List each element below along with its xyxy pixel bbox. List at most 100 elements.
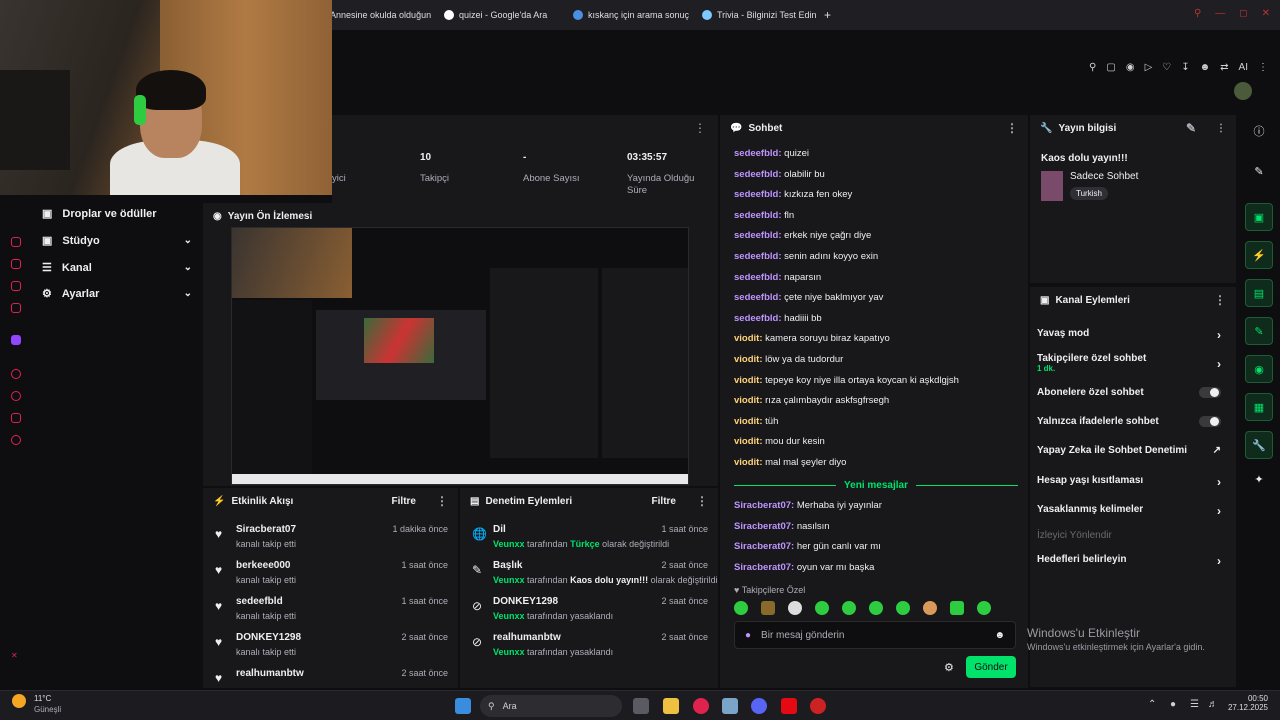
close-icon[interactable]: ✕ [1262,8,1270,19]
action-ai-moderation[interactable]: Yapay Zeka ile Sohbet Denetimi ↗ [1037,445,1227,456]
shield-icon[interactable]: ◉ [1126,62,1135,73]
start-icon[interactable] [455,698,471,714]
bookmark-icon[interactable]: ▢ [1106,62,1115,73]
info-icon[interactable]: ⓘ [1245,117,1273,145]
mic-icon[interactable]: ● [745,630,751,641]
calendar-icon[interactable]: ▦ [1245,393,1273,421]
chat-username[interactable]: sedeefbld: [734,210,782,221]
bolt-icon[interactable]: ⚡ [1245,241,1273,269]
app-icon[interactable] [810,698,826,714]
emote-icon[interactable] [842,601,856,615]
kebab-icon[interactable]: ⋮ [436,494,448,508]
nav-channel[interactable]: ☰ Kanal ⌄ [42,261,192,275]
action-subscriber-chat[interactable]: Abonelere özel sohbet [1037,387,1227,398]
browser-tab[interactable]: Trivia - Bilginizi Test Edin [702,6,817,24]
taskbar-search[interactable]: ⚲ Ara [480,695,622,717]
chat-username[interactable]: viodit: [734,333,763,344]
send-button[interactable]: Gönder [966,656,1016,678]
profile-icon[interactable]: ☻ [1200,62,1211,73]
chat-username[interactable]: Siracberat07: [734,562,794,573]
chevron-up-icon[interactable]: ⌃ [1148,699,1156,710]
collapse-icon[interactable]: ✕ [11,651,21,661]
filter-button[interactable]: Filtre [652,496,676,507]
chat-username[interactable]: Siracberat07: [734,541,794,552]
calendar-icon[interactable] [11,259,21,269]
edit-icon[interactable]: ✎ [1186,121,1196,135]
avatar[interactable] [1234,82,1252,100]
browser-tab[interactable]: quizei - Google'da Ara [444,6,547,24]
action-goals[interactable]: Hedefleri belirleyin › [1037,554,1227,568]
chat-username[interactable]: Siracberat07: [734,521,794,532]
heart-icon[interactable]: ♡ [1162,62,1171,73]
emote-icon[interactable] [923,601,937,615]
twitch-icon[interactable] [11,335,21,345]
ai-button[interactable]: AI [1239,62,1248,73]
minimize-icon[interactable]: — [1215,8,1225,19]
action-banned-words[interactable]: Yasaklanmış kelimeler › [1037,504,1227,518]
volume-icon[interactable]: ♬ [1208,699,1218,710]
translate-icon[interactable]: ⇄ [1220,62,1228,73]
nav-studio[interactable]: ▣ Stüdyo ⌄ [42,234,192,248]
chat-username[interactable]: sedeefbld: [734,169,782,180]
weather-icon[interactable] [12,694,26,708]
wifi-icon[interactable]: ☰ [1190,699,1199,710]
people-icon[interactable] [11,413,21,423]
emote-icon[interactable] [788,601,802,615]
download-icon[interactable]: ↧ [1181,62,1189,73]
emote-icon[interactable] [977,601,991,615]
menu-icon[interactable]: ⋮ [1258,62,1268,73]
emoji-icon[interactable]: ☻ [994,630,1005,641]
kebab-icon[interactable]: ⋮ [1214,293,1226,307]
maximize-icon[interactable]: ◻ [1239,8,1247,19]
clip-icon[interactable]: ▣ [1245,203,1273,231]
stream-preview-video[interactable] [231,227,689,485]
chat-username[interactable]: Siracberat07: [734,500,794,511]
gear-icon[interactable] [11,435,21,445]
browser-tab[interactable]: Annesine okulda olduğun [330,6,431,24]
chat-username[interactable]: viodit: [734,457,763,468]
kebab-icon[interactable]: ⋮ [1216,123,1226,134]
filter-button[interactable]: Filtre [392,496,416,507]
chat-username[interactable]: viodit: [734,416,763,427]
video-icon[interactable] [11,303,21,313]
clock-icon[interactable] [11,391,21,401]
kebab-icon[interactable]: ⋮ [696,494,708,508]
toggle[interactable] [1199,387,1221,398]
nav-drops[interactable]: ▣ Droplar ve ödüller [42,207,192,221]
emote-icon[interactable] [950,601,964,615]
emote-icon[interactable] [734,601,748,615]
browser-tab[interactable]: kıskanç için arama sonuç [573,6,689,24]
action-slow-mode[interactable]: Yavaş mod › [1037,328,1227,342]
nav-settings[interactable]: ⚙ Ayarlar ⌄ [42,287,192,301]
gift-icon[interactable] [11,281,21,291]
emote-icon[interactable] [869,601,883,615]
chat-username[interactable]: sedeefbld: [734,230,782,241]
chat-username[interactable]: viodit: [734,354,763,365]
drops-icon[interactable] [11,237,21,247]
chat-input[interactable]: ● Bir mesaj gönderin ☻ [734,621,1016,649]
taskview-icon[interactable] [633,698,649,714]
action-raid[interactable]: İzleyici Yönlendir [1037,530,1227,541]
wrench-icon[interactable]: 🔧 [1245,431,1273,459]
chat-username[interactable]: sedeefbld: [734,272,782,283]
chat-username[interactable]: viodit: [734,375,763,386]
chat-username[interactable]: sedeefbld: [734,148,782,159]
action-emote-chat[interactable]: Yalnızca ifadelerle sohbet [1037,416,1227,427]
emote-icon[interactable] [815,601,829,615]
folder-icon[interactable] [663,698,679,714]
broadcast-icon[interactable]: ◉ [1245,355,1273,383]
chat-username[interactable]: viodit: [734,436,763,447]
chat-username[interactable]: sedeefbld: [734,251,782,262]
action-follower-chat[interactable]: Takipçilere özel sohbet 1 dk. › [1037,353,1227,373]
netflix-icon[interactable] [781,698,797,714]
emote-icon[interactable] [896,601,910,615]
settings-icon[interactable] [722,698,738,714]
opera-icon[interactable] [693,698,709,714]
emote-icon[interactable] [761,601,775,615]
gear-icon[interactable]: ⚙ [944,661,954,674]
play-icon[interactable]: ▷ [1145,62,1153,73]
search-icon[interactable]: ⚲ [1194,8,1201,19]
mic-icon[interactable]: ● [1170,699,1176,710]
chat-username[interactable]: sedeefbld: [734,313,782,324]
clock[interactable]: 00:50 27.12.2025 [1228,694,1268,712]
